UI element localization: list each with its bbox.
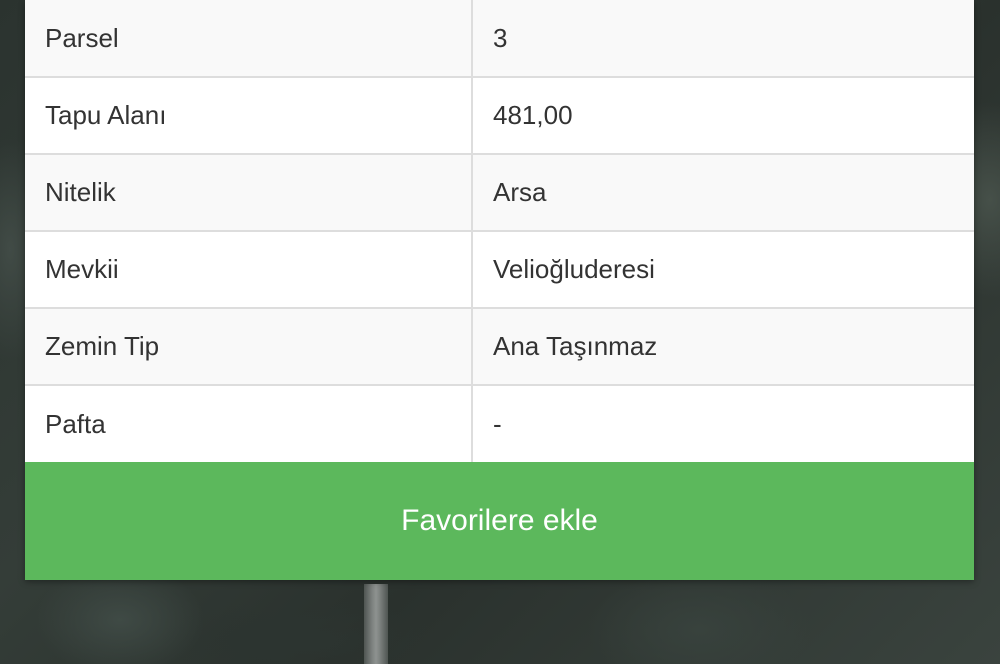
- table-row: Pafta -: [25, 385, 974, 462]
- row-value: 481,00: [472, 77, 974, 155]
- row-value: Arsa: [472, 154, 974, 232]
- add-to-favorites-button[interactable]: Favorilere ekle: [25, 462, 974, 580]
- parcel-info-panel: Parsel 3 Tapu Alanı 481,00 Nitelik Arsa …: [25, 0, 974, 580]
- table-row: Parsel 3: [25, 0, 974, 78]
- row-label: Pafta: [25, 385, 473, 462]
- table-row: Tapu Alanı 481,00: [25, 77, 974, 155]
- add-to-favorites-label: Favorilere ekle: [401, 504, 598, 537]
- row-value: 3: [472, 0, 974, 78]
- row-value: Ana Taşınmaz: [472, 308, 974, 386]
- row-label: Nitelik: [25, 154, 473, 232]
- table-row: Nitelik Arsa: [25, 154, 974, 232]
- row-label: Mevkii: [25, 231, 473, 309]
- row-label: Parsel: [25, 0, 473, 78]
- table-row: Mevkii Velioğluderesi: [25, 231, 974, 309]
- parcel-details-table: Parsel 3 Tapu Alanı 481,00 Nitelik Arsa …: [25, 0, 974, 462]
- row-value: Velioğluderesi: [472, 231, 974, 309]
- map-road: [364, 584, 388, 664]
- row-label: Tapu Alanı: [25, 77, 473, 155]
- row-label: Zemin Tip: [25, 308, 473, 386]
- row-value: -: [472, 385, 974, 462]
- table-row: Zemin Tip Ana Taşınmaz: [25, 308, 974, 386]
